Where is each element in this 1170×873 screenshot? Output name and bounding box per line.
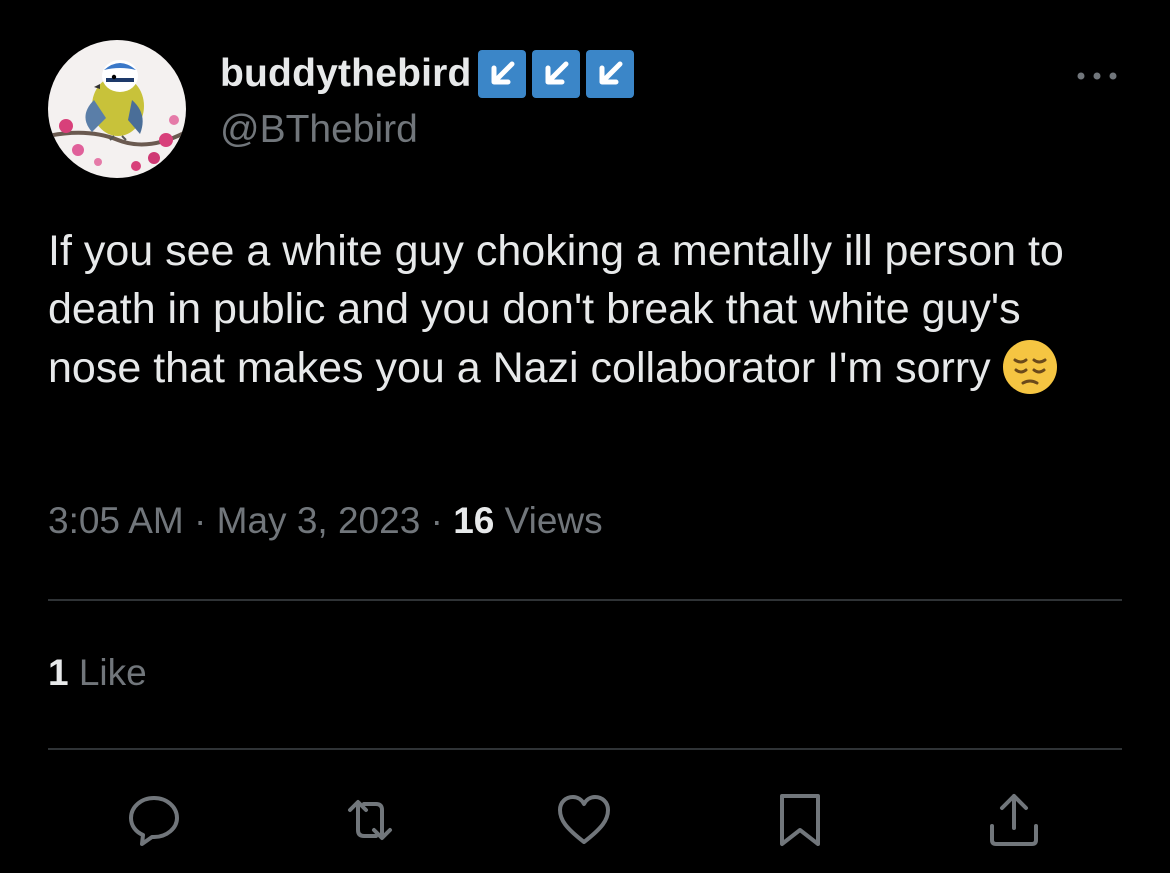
- pensive-face-emoji: [1001, 338, 1059, 396]
- avatar[interactable]: [48, 40, 186, 178]
- separator: ·: [194, 500, 207, 541]
- likes-count: 1: [48, 652, 69, 693]
- tweet-text: If you see a white guy choking a mentall…: [48, 222, 1108, 397]
- user-handle[interactable]: @BThebird: [220, 108, 418, 152]
- blue-tit-bird-avatar-image: [48, 40, 186, 178]
- retweet-icon[interactable]: [340, 790, 400, 850]
- arrow-down-left-icon: [477, 50, 526, 98]
- like-icon[interactable]: [554, 790, 614, 850]
- arrow-down-left-icon: [531, 50, 580, 98]
- display-name[interactable]: buddythebird: [220, 52, 472, 96]
- bookmark-icon[interactable]: [770, 790, 830, 850]
- arrow-down-left-icon: [585, 50, 634, 98]
- name-row: buddythebird: [220, 50, 634, 98]
- more-options-icon[interactable]: [1074, 58, 1120, 94]
- likes-count-link[interactable]: 1 Like: [48, 652, 147, 694]
- tweet-time[interactable]: 3:05 AM: [48, 500, 184, 541]
- share-icon[interactable]: [984, 790, 1044, 850]
- likes-label: Like: [78, 652, 147, 693]
- tweet-metadata: 3:05 AM · May 3, 2023 · 16 Views: [48, 500, 603, 542]
- tweet-body: If you see a white guy choking a mentall…: [48, 227, 1064, 392]
- divider: [48, 748, 1122, 750]
- views-count: 16: [453, 500, 495, 541]
- tweet-date[interactable]: May 3, 2023: [217, 500, 421, 541]
- divider: [48, 599, 1122, 601]
- separator: ·: [430, 500, 443, 541]
- views-label: Views: [504, 500, 603, 541]
- reply-icon[interactable]: [124, 790, 184, 850]
